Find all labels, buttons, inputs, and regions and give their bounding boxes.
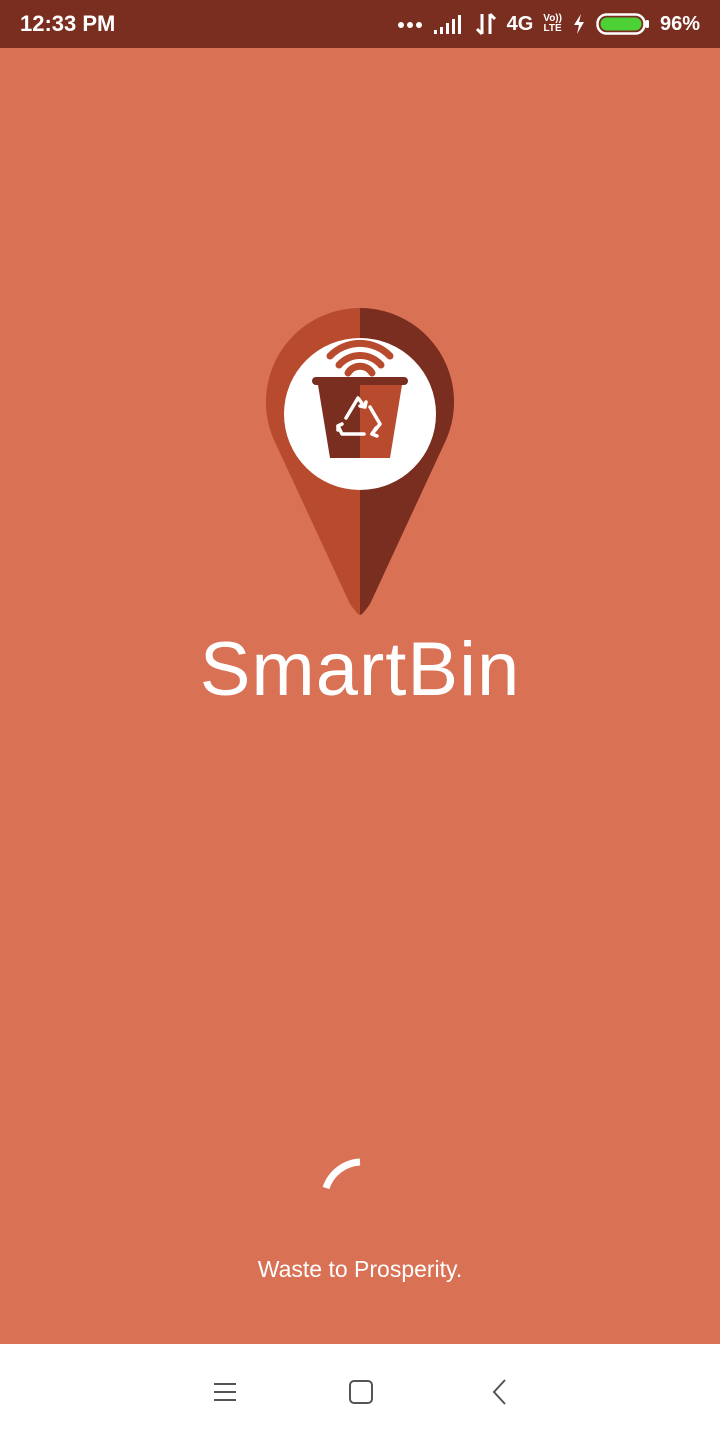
menu-icon [212, 1381, 238, 1403]
volte-icon: Vo)) LTE [543, 14, 562, 34]
back-icon [490, 1378, 508, 1406]
smartbin-pin-logo-icon [264, 306, 456, 616]
home-icon [348, 1379, 374, 1405]
charging-icon [572, 13, 586, 35]
network-type-label: 4G [506, 12, 534, 35]
battery-icon [596, 12, 650, 36]
volte-bottom-label: LTE [543, 23, 562, 34]
navigation-bar [0, 1344, 720, 1440]
loading-spinner-icon [318, 1158, 402, 1242]
tagline: Waste to Prosperity. [257, 1256, 463, 1282]
home-button[interactable] [337, 1368, 385, 1416]
status-icons: 4G Vo)) LTE 96% [397, 0, 700, 48]
signal-icon [433, 13, 465, 35]
battery-percent: 96% [659, 12, 700, 35]
status-bar: 12:33 PM 4G Vo)) LTE 96% [0, 0, 720, 48]
data-arrows-icon [475, 12, 497, 36]
back-button[interactable] [475, 1368, 523, 1416]
menu-button[interactable] [201, 1368, 249, 1416]
status-time: 12:33 PM [20, 11, 116, 36]
more-dots-icon [397, 19, 423, 29]
app-title: SmartBin [199, 627, 521, 712]
splash-screen: 12:33 PM 4G Vo)) LTE 96% SmartBin Waste … [0, 0, 720, 1440]
